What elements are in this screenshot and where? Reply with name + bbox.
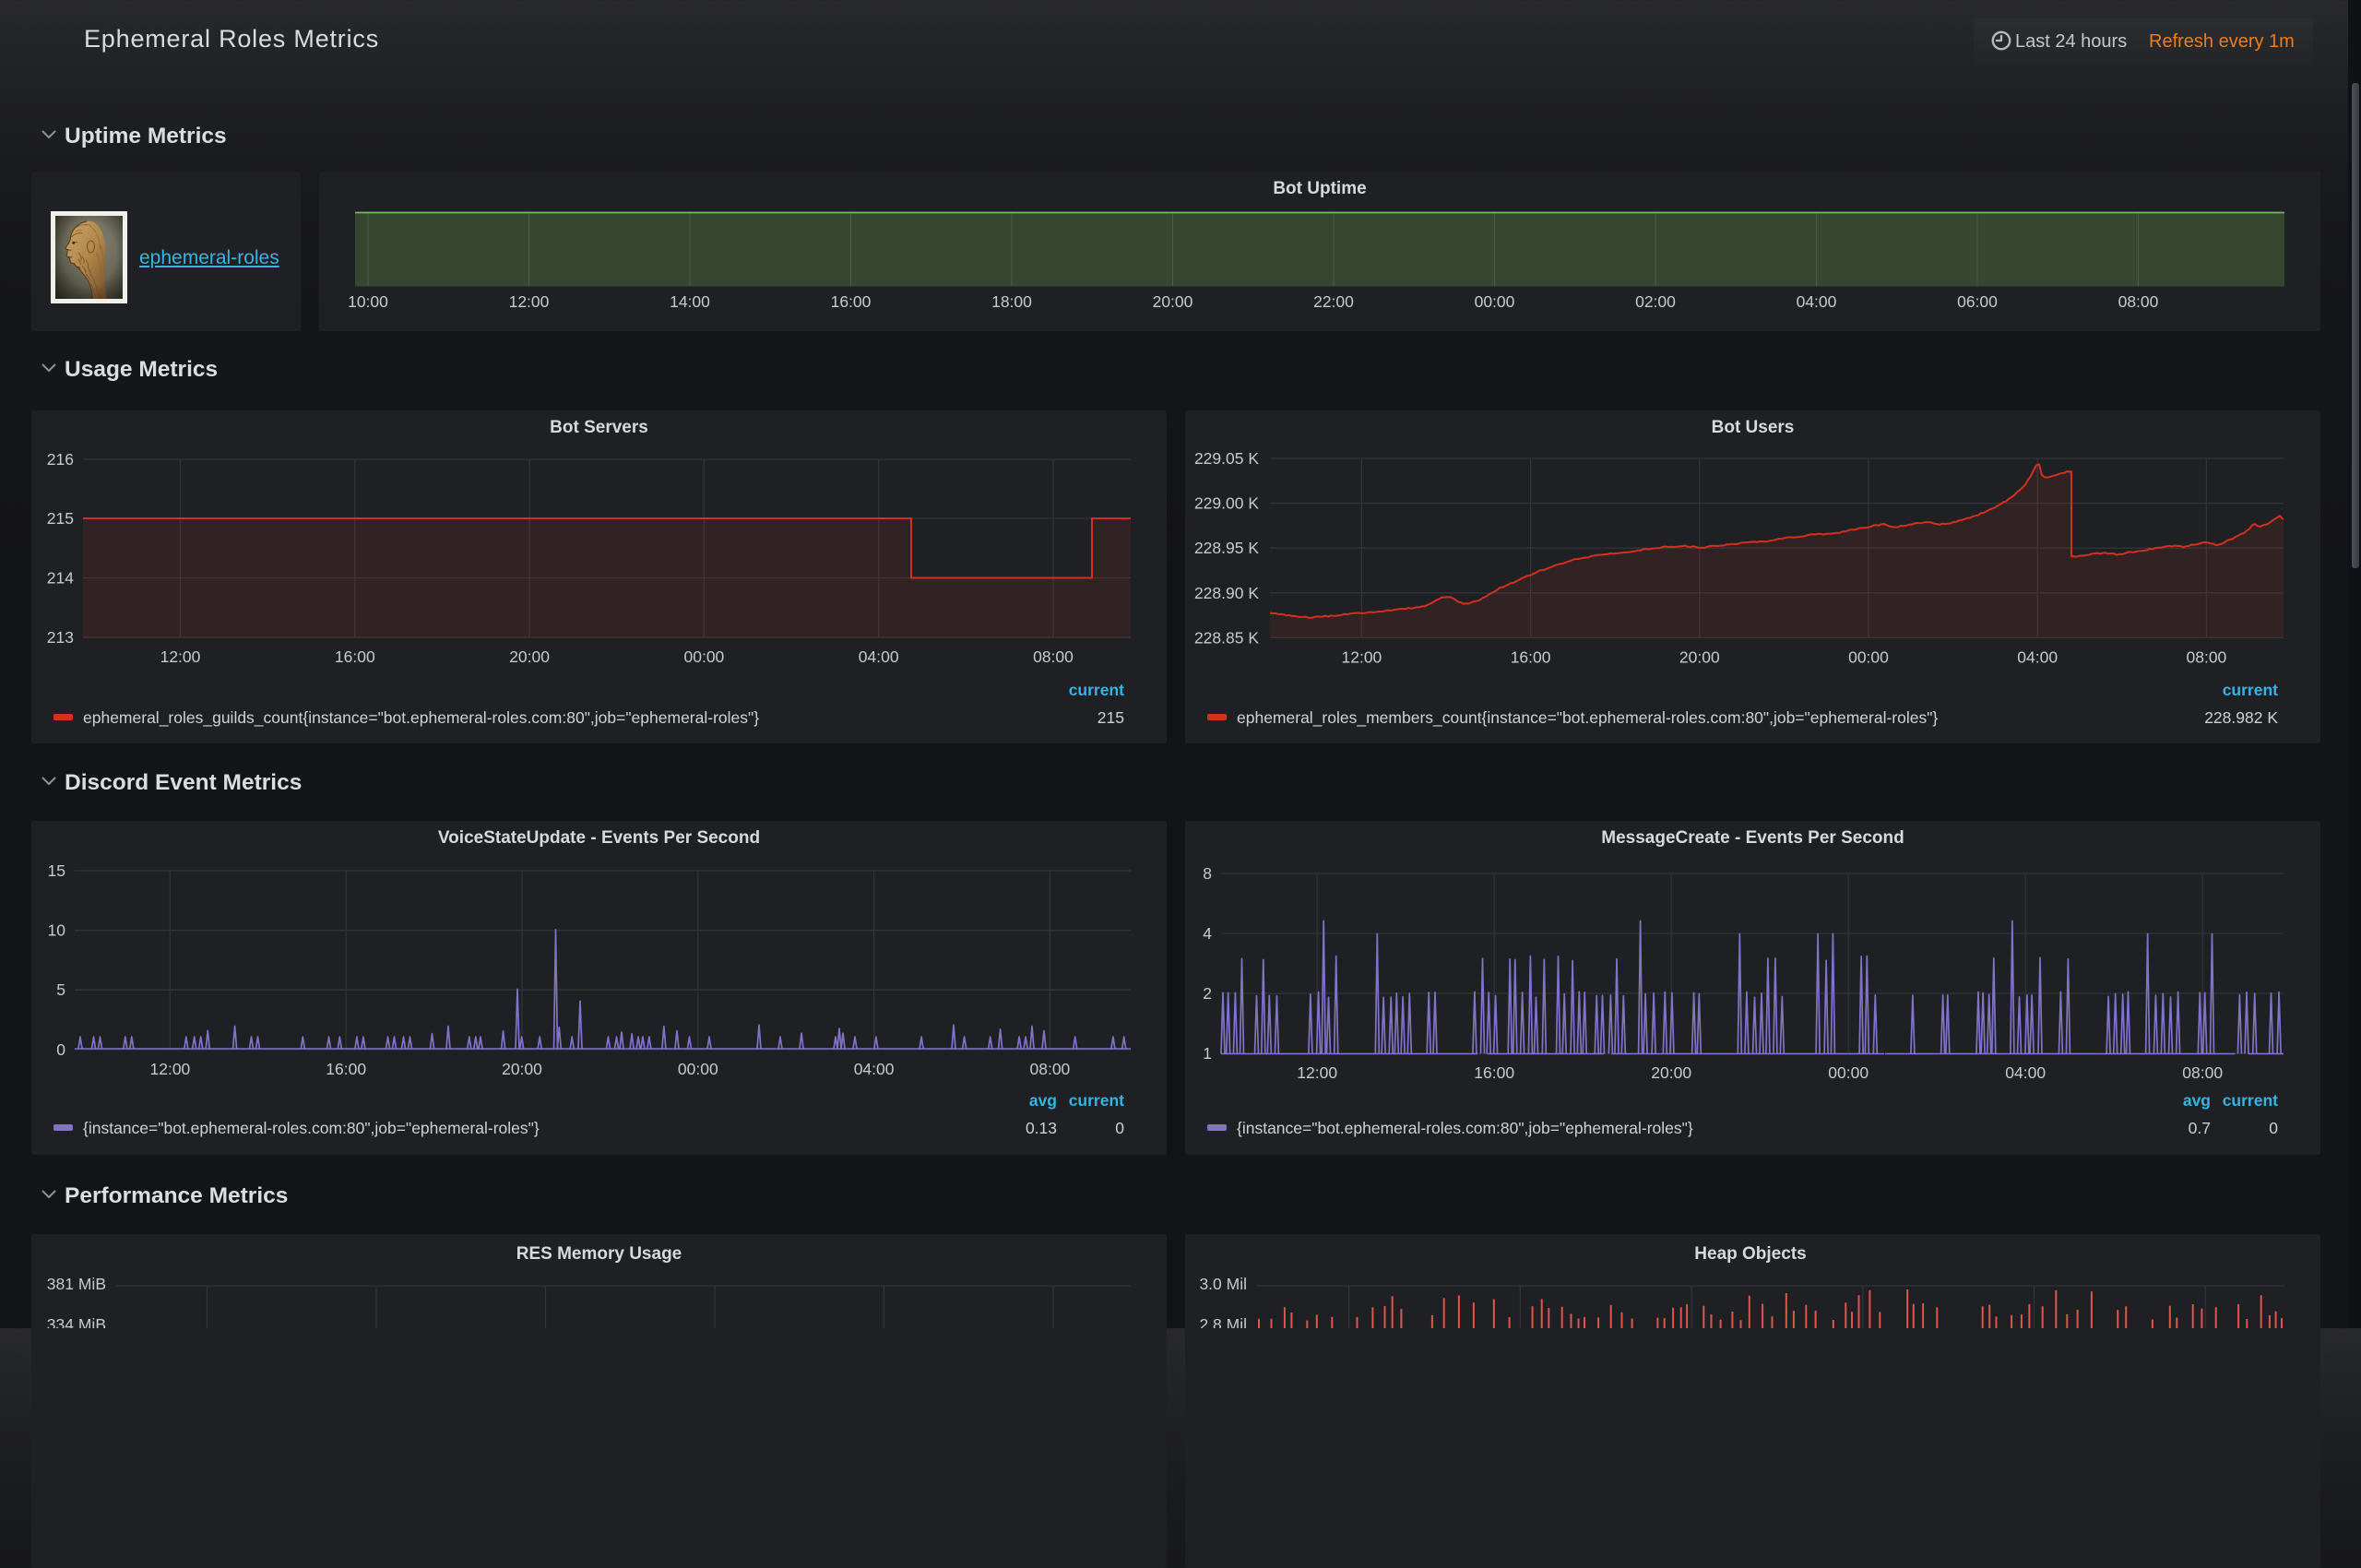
svg-text:06:00: 06:00 [1957, 292, 1998, 311]
svg-text:14:00: 14:00 [670, 292, 710, 311]
svg-text:215: 215 [1097, 708, 1124, 727]
svg-text:5: 5 [56, 980, 65, 999]
svg-text:381 MiB: 381 MiB [47, 1275, 106, 1293]
svg-text:08:00: 08:00 [1033, 647, 1074, 666]
svg-text:12:00: 12:00 [509, 292, 550, 311]
svg-text:10: 10 [48, 921, 66, 940]
svg-text:10:00: 10:00 [348, 292, 388, 311]
svg-text:00:00: 00:00 [1848, 647, 1889, 666]
svg-text:08:00: 08:00 [2187, 647, 2227, 666]
svg-text:00:00: 00:00 [1828, 1063, 1869, 1082]
svg-text:16:00: 16:00 [831, 292, 872, 311]
svg-text:0.13: 0.13 [1026, 1119, 1057, 1137]
svg-text:2.8 Mil: 2.8 Mil [1199, 1315, 1247, 1328]
svg-text:0: 0 [1115, 1119, 1124, 1137]
svg-text:ephemeral_roles_guilds_count{i: ephemeral_roles_guilds_count{instance="b… [83, 708, 759, 728]
svg-text:1: 1 [1203, 1044, 1212, 1063]
svg-text:VoiceStateUpdate - Events Per: VoiceStateUpdate - Events Per Second [438, 828, 760, 848]
svg-text:334 MiB: 334 MiB [47, 1315, 106, 1328]
svg-text:12:00: 12:00 [1297, 1063, 1337, 1082]
svg-text:20:00: 20:00 [509, 647, 550, 666]
svg-text:228.90 K: 228.90 K [1194, 584, 1259, 602]
svg-text:Bot Users: Bot Users [1712, 418, 1795, 437]
svg-text:08:00: 08:00 [1030, 1060, 1071, 1078]
svg-text:0: 0 [2269, 1119, 2278, 1137]
svg-text:02:00: 02:00 [1635, 292, 1676, 311]
svg-text:00:00: 00:00 [1475, 292, 1515, 311]
svg-text:04:00: 04:00 [1797, 292, 1837, 311]
svg-text:228.95 K: 228.95 K [1194, 539, 1259, 557]
svg-text:20:00: 20:00 [502, 1060, 542, 1078]
svg-text:{instance="bot.ephemeral-roles: {instance="bot.ephemeral-roles.com:80",j… [83, 1119, 540, 1137]
svg-text:4: 4 [1203, 924, 1212, 943]
svg-text:20:00: 20:00 [1679, 647, 1720, 666]
svg-text:Bot Uptime: Bot Uptime [1273, 179, 1366, 198]
svg-text:16:00: 16:00 [1511, 647, 1551, 666]
svg-text:20:00: 20:00 [1153, 292, 1193, 311]
svg-text:228.85 K: 228.85 K [1194, 628, 1259, 647]
svg-text:04:00: 04:00 [859, 647, 899, 666]
svg-text:04:00: 04:00 [2017, 647, 2058, 666]
svg-text:18:00: 18:00 [991, 292, 1032, 311]
svg-text:current: current [1069, 1091, 1124, 1110]
svg-text:16:00: 16:00 [1474, 1063, 1514, 1082]
svg-text:08:00: 08:00 [2182, 1063, 2223, 1082]
svg-text:213: 213 [47, 628, 74, 647]
svg-text:228.982 K: 228.982 K [2204, 708, 2278, 727]
svg-text:22:00: 22:00 [1313, 292, 1354, 311]
svg-text:16:00: 16:00 [335, 647, 375, 666]
svg-text:current: current [2223, 1091, 2278, 1110]
svg-text:12:00: 12:00 [160, 647, 201, 666]
svg-text:04:00: 04:00 [854, 1060, 895, 1078]
svg-text:MessageCreate - Events Per Sec: MessageCreate - Events Per Second [1601, 828, 1904, 848]
svg-text:avg: avg [1029, 1091, 1057, 1110]
svg-text:RES Memory Usage: RES Memory Usage [516, 1244, 682, 1264]
svg-text:229.05 K: 229.05 K [1194, 449, 1259, 468]
svg-text:Heap Objects: Heap Objects [1694, 1244, 1806, 1264]
svg-text:229.00 K: 229.00 K [1194, 494, 1259, 513]
svg-text:current: current [2223, 681, 2278, 699]
svg-text:08:00: 08:00 [2118, 292, 2159, 311]
svg-text:2: 2 [1203, 984, 1212, 1003]
svg-text:20:00: 20:00 [1651, 1063, 1691, 1082]
svg-text:216: 216 [47, 450, 74, 469]
svg-text:3.0 Mil: 3.0 Mil [1199, 1275, 1247, 1293]
svg-text:current: current [1069, 681, 1124, 699]
svg-text:8: 8 [1203, 864, 1212, 883]
svg-text:12:00: 12:00 [1342, 647, 1382, 666]
svg-text:{instance="bot.ephemeral-roles: {instance="bot.ephemeral-roles.com:80",j… [1237, 1119, 1693, 1137]
svg-text:15: 15 [48, 861, 65, 880]
svg-text:215: 215 [47, 509, 74, 528]
svg-text:avg: avg [2183, 1091, 2211, 1110]
svg-text:Bot Servers: Bot Servers [550, 418, 648, 437]
svg-text:ephemeral_roles_members_count{: ephemeral_roles_members_count{instance="… [1237, 708, 1938, 728]
svg-text:16:00: 16:00 [326, 1060, 366, 1078]
svg-text:214: 214 [47, 569, 74, 588]
svg-text:0: 0 [56, 1040, 65, 1059]
svg-text:12:00: 12:00 [150, 1060, 191, 1078]
svg-text:04:00: 04:00 [2005, 1063, 2046, 1082]
svg-text:00:00: 00:00 [684, 647, 725, 666]
svg-text:00:00: 00:00 [678, 1060, 718, 1078]
svg-text:0.7: 0.7 [2189, 1119, 2211, 1137]
